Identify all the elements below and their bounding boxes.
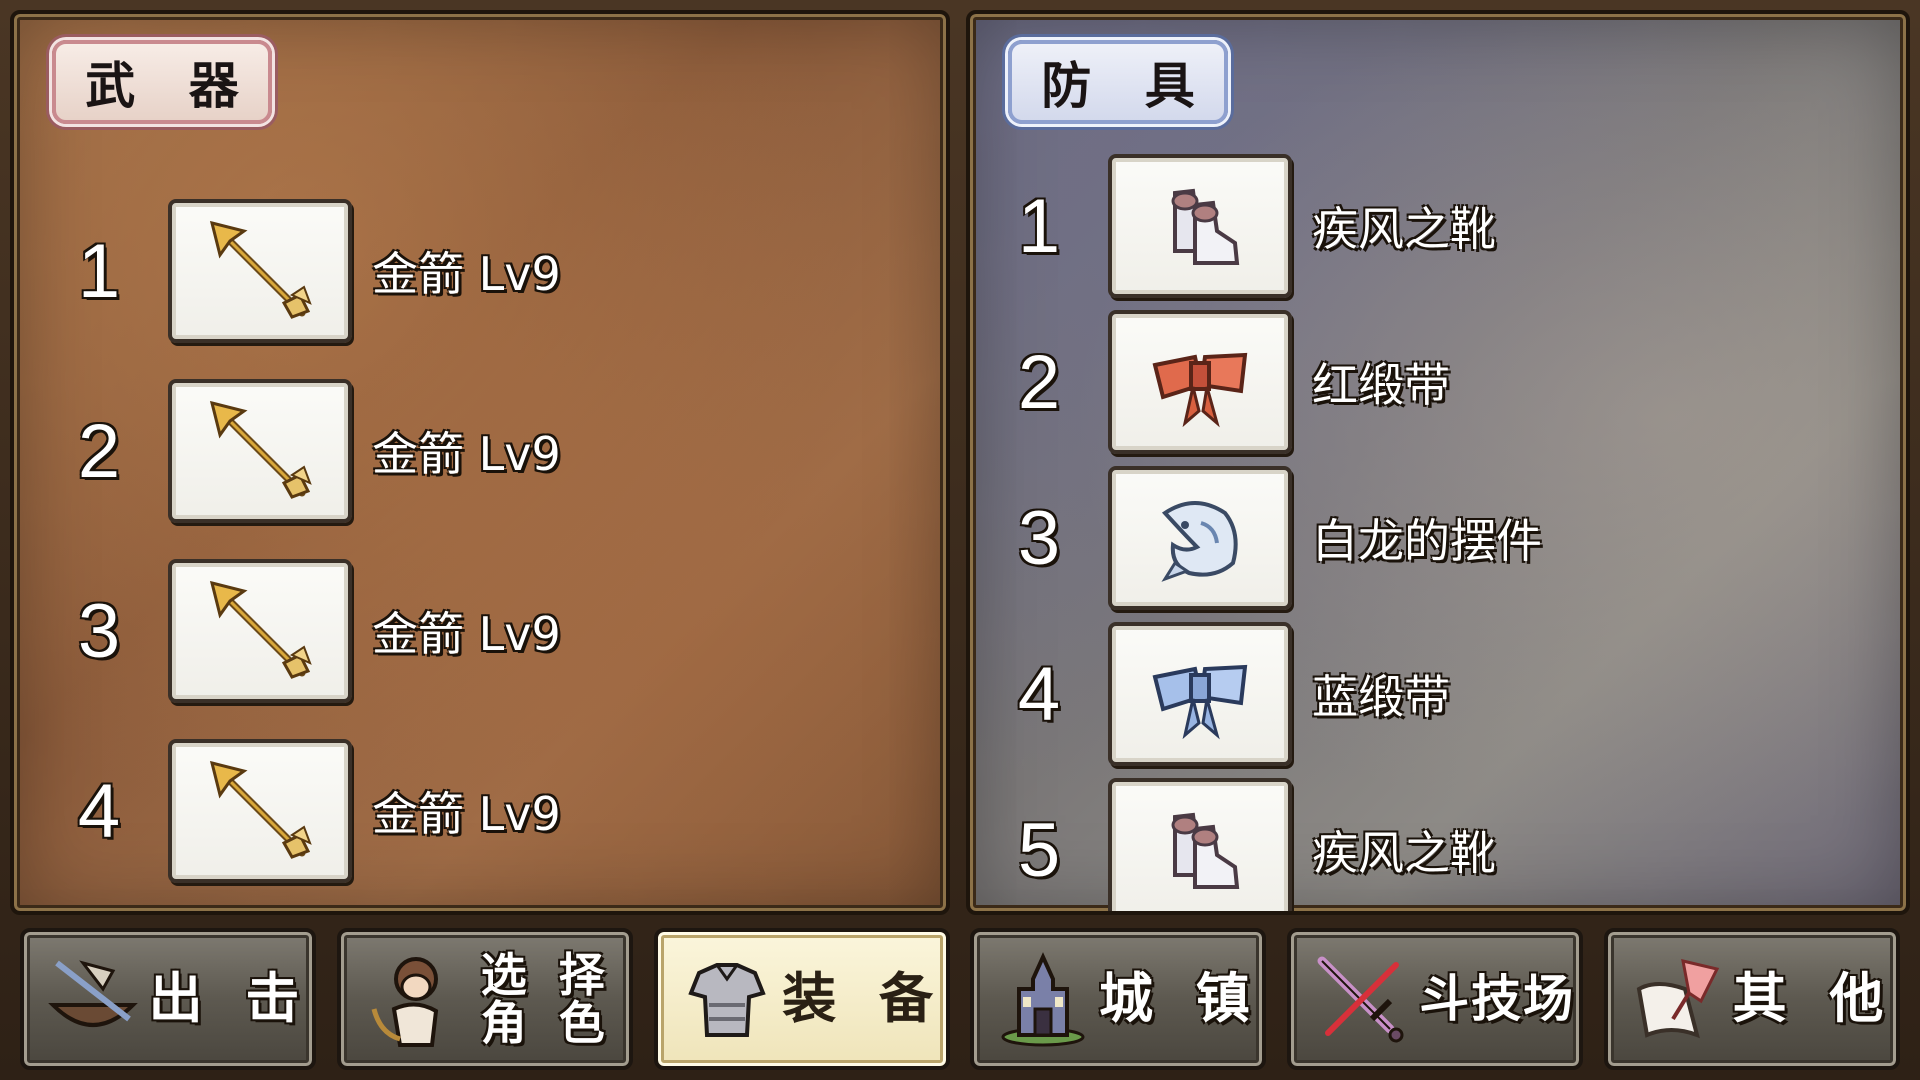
slot-number: 2 (1017, 339, 1061, 425)
weapons-panel: 武 器 1 金箭 Lv9 2 金箭 Lv9 3 金箭 Lv9 4 金箭 Lv9 (10, 10, 950, 915)
nav-other-button[interactable]: 其 他 (1603, 928, 1900, 1070)
armor-name: 蓝缎带 (1312, 670, 1450, 724)
nav-arena-button[interactable]: 斗技场 (1287, 928, 1584, 1070)
armor-slot-2[interactable]: 2 红缎带 (994, 310, 1450, 454)
weapon-slot-3[interactable]: 3 金箭 Lv9 (54, 559, 561, 703)
nav-equip-button[interactable]: 装 备 (653, 928, 950, 1070)
armor-slot-1[interactable]: 1 疾风之靴 (994, 154, 1496, 298)
weapon-name: 金箭 Lv9 (372, 607, 561, 661)
red-ribbon-icon (1108, 310, 1292, 454)
armor-icon (672, 944, 782, 1054)
golden-arrow-icon (168, 559, 352, 703)
armor-slot-5[interactable]: 5 疾风之靴 (994, 778, 1496, 911)
nav-arena-label: 斗技场 (1419, 969, 1576, 1028)
nav-sortie-label: 出 击 (148, 966, 312, 1030)
armor-title-plate: 防 具 (1008, 40, 1228, 124)
armor-panel: 防 具 1 疾风之靴 2 红缎带 3 白龙的摆件 4 蓝缎带 5 疾风之靴 (966, 10, 1910, 915)
scroll-quill-icon (1622, 944, 1732, 1054)
nav-equip-label: 装 备 (782, 966, 945, 1030)
weapons-title-plate: 武 器 (52, 40, 272, 124)
weapon-slot-2[interactable]: 2 金箭 Lv9 (54, 379, 561, 523)
nav-select-character-label: 选 择 角 色 (465, 947, 629, 1050)
nav-select-line1: 选 择 (480, 947, 613, 1002)
nav-select-line2: 角 色 (480, 996, 613, 1050)
castle-icon (988, 944, 1098, 1054)
slot-number: 3 (77, 588, 121, 674)
armor-title: 防 具 (1041, 57, 1213, 115)
weapon-name: 金箭 Lv9 (372, 427, 561, 481)
golden-arrow-icon (168, 739, 352, 883)
blue-ribbon-icon (1108, 622, 1292, 766)
nav-sortie-button[interactable]: 出 击 (20, 928, 316, 1070)
boots-icon (1108, 154, 1292, 298)
slot-number: 4 (1017, 651, 1061, 737)
weapon-slot-4[interactable]: 4 金箭 Lv9 (54, 739, 561, 883)
bottom-nav: 出 击 选 择 角 色 装 备 城 镇 斗技场 其 他 (20, 928, 1900, 1070)
white-dragon-icon (1108, 466, 1292, 610)
golden-arrow-icon (168, 199, 352, 343)
slot-number: 4 (77, 768, 121, 854)
boots-icon (1108, 778, 1292, 911)
armor-name: 红缎带 (1312, 358, 1450, 412)
nav-select-character-button[interactable]: 选 择 角 色 (336, 928, 633, 1070)
nav-town-label: 城 镇 (1098, 966, 1262, 1030)
slot-number: 1 (1017, 183, 1061, 269)
crossed-swords-icon (1305, 944, 1415, 1054)
armor-name: 疾风之靴 (1312, 826, 1496, 880)
weapon-name: 金箭 Lv9 (372, 787, 561, 841)
nav-town-button[interactable]: 城 镇 (970, 928, 1267, 1070)
armor-name: 疾风之靴 (1312, 202, 1496, 256)
equipment-screen: 武 器 1 金箭 Lv9 2 金箭 Lv9 3 金箭 Lv9 4 金箭 Lv9 … (0, 0, 1920, 1080)
weapon-name: 金箭 Lv9 (372, 247, 561, 301)
weapon-slot-1[interactable]: 1 金箭 Lv9 (54, 199, 561, 343)
slot-number: 5 (1017, 807, 1061, 893)
nav-other-label: 其 他 (1732, 966, 1896, 1030)
slot-number: 2 (77, 408, 121, 494)
golden-arrow-icon (168, 379, 352, 523)
character-icon (355, 944, 465, 1054)
armor-name: 白龙的摆件 (1312, 514, 1542, 568)
slot-number: 1 (77, 228, 121, 314)
weapons-title: 武 器 (85, 57, 257, 115)
slot-number: 3 (1017, 495, 1061, 581)
armor-slot-3[interactable]: 3 白龙的摆件 (994, 466, 1542, 610)
armor-slot-4[interactable]: 4 蓝缎带 (994, 622, 1450, 766)
ship-icon (38, 944, 148, 1054)
